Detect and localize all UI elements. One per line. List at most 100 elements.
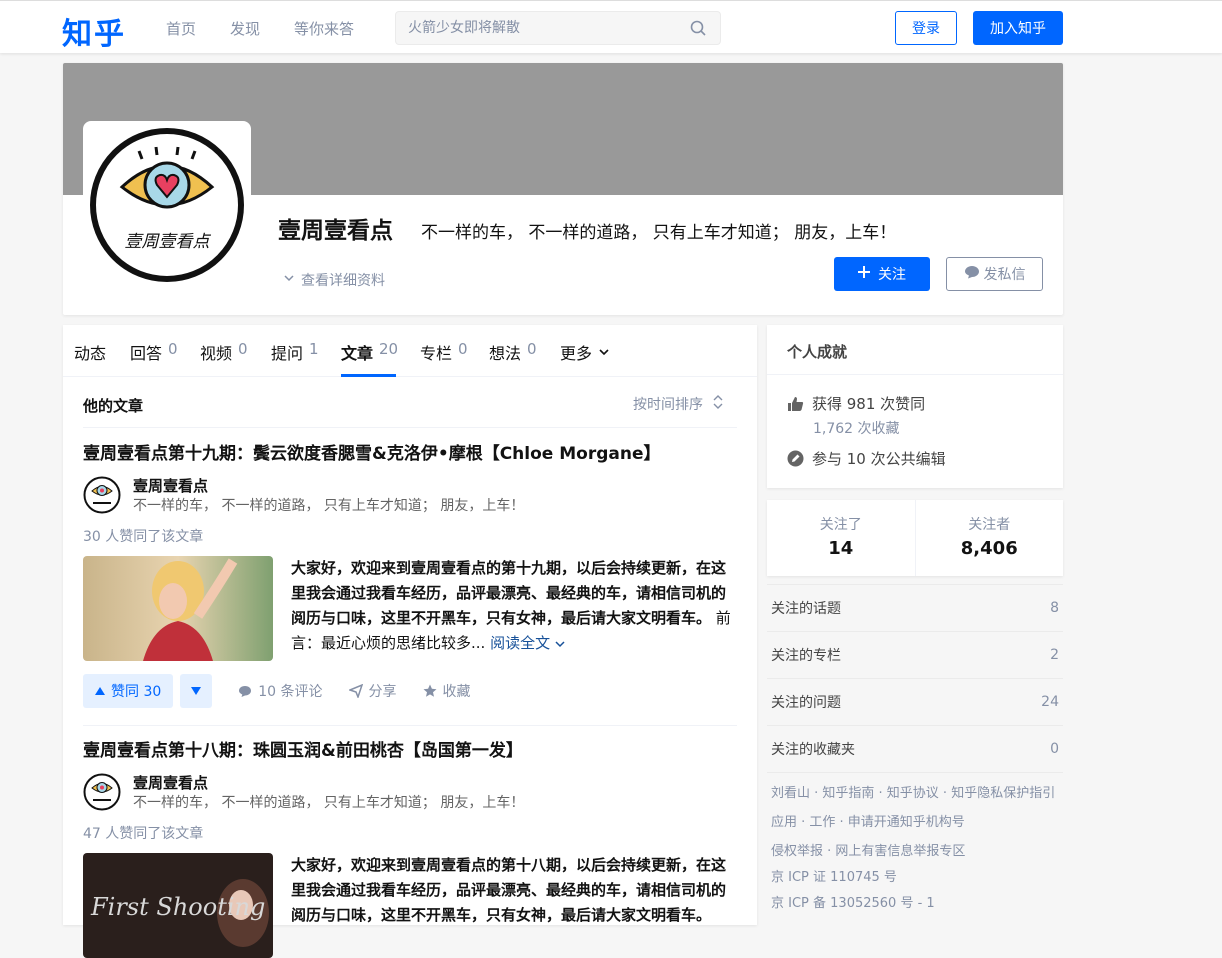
stat-columns[interactable]: 关注的专栏 2 — [767, 631, 1063, 678]
plus-icon — [858, 266, 870, 282]
followers-count[interactable]: 关注者 8,406 — [914, 500, 1064, 576]
tab-count: 0 — [238, 340, 248, 358]
footer-icp-2[interactable]: 京 ICP 备 13052560 号 - 1 — [771, 890, 1059, 918]
profile-tabs: 动态 回答 0 视频 0 提问 1 文章 20 专栏 0 想法 0 更多 — [63, 325, 757, 377]
author-name[interactable]: 壹周壹看点 — [133, 476, 524, 496]
tab-questions[interactable]: 提问 1 — [271, 340, 319, 364]
chat-bubble-icon — [964, 265, 980, 283]
nav-home[interactable]: 首页 — [166, 18, 196, 39]
share-icon — [348, 684, 363, 698]
article-excerpt: 大家好，欢迎来到壹周壹看点的第十八期，以后会持续更新，在这里我会通过我看车经历，… — [291, 853, 737, 958]
article-author: 壹周壹看点 不一样的车， 不一样的道路， 只有上车才知道； 朋友，上车！ — [83, 773, 524, 813]
avatar[interactable]: 壹周壹看点 — [83, 121, 251, 289]
following-count[interactable]: 关注了 14 — [767, 500, 915, 576]
tab-videos[interactable]: 视频 0 — [200, 340, 248, 364]
stat-questions[interactable]: 关注的问题 24 — [767, 678, 1063, 725]
stat-value: 2 — [1050, 647, 1059, 663]
article-body: 大家好，欢迎来到壹周壹看点的第十九期，以后会持续更新，在这里我会通过我看车经历，… — [83, 556, 737, 661]
view-details-link[interactable]: 查看详细资料 — [283, 270, 385, 290]
read-more-link[interactable]: 阅读全文 — [490, 634, 565, 652]
article-actions: 赞同 30 10 条评论 分享 收藏 — [83, 674, 471, 708]
achievements-card: 个人成就 获得 981 次赞同 1,762 次收藏 参与 10 次公共编辑 — [767, 325, 1063, 488]
profile-header: 壹周壹看点 壹周壹看点 不一样的车， 不一样的道路， 只有上车才知道； 朋友，上… — [63, 63, 1063, 315]
edit-icon — [787, 450, 804, 467]
comments-label: 10 条评论 — [258, 684, 323, 700]
search-icon[interactable] — [690, 20, 706, 40]
nav-waiting[interactable]: 等你来答 — [294, 18, 354, 39]
view-details-label: 查看详细资料 — [301, 273, 385, 289]
article-excerpt: 大家好，欢迎来到壹周壹看点的第十九期，以后会持续更新，在这里我会通过我看车经历，… — [291, 556, 737, 661]
stat-label: 关注的专栏 — [771, 648, 841, 664]
footer-icp-1[interactable]: 京 ICP 证 110745 号 — [771, 866, 1059, 890]
footer-links-3[interactable]: 侵权举报 · 网上有害信息举报专区 — [771, 837, 1059, 866]
stat-topics[interactable]: 关注的话题 8 — [767, 584, 1063, 631]
article-thumbnail[interactable] — [83, 556, 273, 661]
collections-text: 1,762 次收藏 — [813, 421, 900, 437]
login-button[interactable]: 登录 — [895, 11, 957, 45]
tab-label: 回答 — [130, 344, 163, 363]
edits-text: 参与 10 次公共编辑 — [812, 450, 946, 468]
comments-button[interactable]: 10 条评论 — [238, 681, 323, 701]
downvote-button[interactable] — [180, 674, 213, 708]
excerpt-bold: 大家好，欢迎来到壹周壹看点的第十九期，以后会持续更新，在这里我会通过我看车经历，… — [291, 559, 727, 627]
following-number: 14 — [828, 538, 854, 559]
profile-name: 壹周壹看点 — [278, 218, 393, 244]
author-name[interactable]: 壹周壹看点 — [133, 773, 524, 793]
stat-collections[interactable]: 关注的收藏夹 0 — [767, 725, 1063, 772]
tab-count: 0 — [458, 340, 468, 358]
follow-button[interactable]: 关注 — [834, 257, 930, 291]
nav-discover[interactable]: 发现 — [230, 18, 260, 39]
avatar-logo-icon: 壹周壹看点 — [90, 128, 244, 282]
stat-label: 关注的收藏夹 — [771, 742, 855, 758]
sidebar: 个人成就 获得 981 次赞同 1,762 次收藏 参与 10 次公共编辑 关注… — [767, 325, 1063, 920]
footer-links-1[interactable]: 刘看山 · 知乎指南 · 知乎协议 · 知乎隐私保护指引 — [771, 779, 1059, 808]
collect-button[interactable]: 收藏 — [423, 681, 471, 701]
main-content: 动态 回答 0 视频 0 提问 1 文章 20 专栏 0 想法 0 更多 他的文章 按时间排… — [63, 325, 757, 958]
stat-label: 关注的话题 — [771, 601, 841, 617]
follow-label: 关注 — [878, 267, 906, 283]
search-box — [395, 11, 721, 45]
article-body: First Shooting 大家好，欢迎来到壹周壹看点的第十八期，以后会持续更… — [83, 853, 737, 958]
tab-thoughts[interactable]: 想法 0 — [489, 340, 537, 364]
stat-label: 关注的问题 — [771, 695, 841, 711]
join-button[interactable]: 加入知乎 — [973, 11, 1063, 45]
message-label: 发私信 — [983, 267, 1026, 283]
follow-stats-card: 关注了 14 关注者 8,406 — [767, 500, 1063, 576]
tab-label: 提问 — [271, 344, 304, 363]
article-title[interactable]: 壹周壹看点第十九期：鬓云欲度香腮雪&克洛伊•摩根【Chloe Morgane】 — [83, 442, 737, 466]
likes-text: 获得 981 次赞同 — [812, 395, 926, 413]
tab-label: 专栏 — [420, 344, 453, 363]
avatar[interactable] — [83, 773, 121, 811]
profile-headline: 不一样的车， 不一样的道路， 只有上车才知道； 朋友，上车！ — [421, 223, 897, 243]
list-heading: 他的文章 — [83, 397, 144, 415]
share-button[interactable]: 分享 — [348, 681, 397, 701]
stat-value: 8 — [1050, 600, 1059, 616]
message-button[interactable]: 发私信 — [946, 257, 1043, 291]
edits-row: 参与 10 次公共编辑 — [767, 448, 1063, 469]
excerpt-bold: 大家好，欢迎来到壹周壹看点的第十八期，以后会持续更新，在这里我会通过我看车经历，… — [291, 856, 727, 924]
sort-toggle[interactable]: 按时间排序 — [633, 394, 723, 414]
upvote-button[interactable]: 赞同 30 — [83, 674, 174, 708]
footer-links-2[interactable]: 应用 · 工作 · 申请开通知乎机构号 — [771, 808, 1059, 837]
article-thumbnail[interactable]: First Shooting — [83, 853, 273, 958]
tab-articles[interactable]: 文章 20 — [341, 340, 398, 364]
following-label: 关注了 — [819, 517, 862, 533]
achievements-heading: 个人成就 — [767, 325, 1063, 375]
article-title[interactable]: 壹周壹看点第十八期：珠圆玉润&前田桃杏【岛国第一发】 — [83, 739, 737, 763]
tab-answers[interactable]: 回答 0 — [130, 340, 178, 364]
triangle-down-icon — [191, 687, 202, 695]
star-icon — [423, 684, 437, 697]
tab-more[interactable]: 更多 — [560, 340, 610, 364]
chevron-down-icon — [283, 272, 295, 288]
tab-columns[interactable]: 专栏 0 — [420, 340, 468, 364]
active-tab-indicator — [341, 374, 396, 377]
article-item: 壹周壹看点第十八期：珠圆玉润&前田桃杏【岛国第一发】 壹周壹看点 不一样的车， … — [83, 739, 737, 958]
avatar[interactable] — [83, 476, 121, 514]
top-bar: 知乎 首页 发现 等你来答 登录 加入知乎 — [0, 0, 1222, 53]
tab-label: 动态 — [74, 344, 107, 363]
stat-value: 0 — [1050, 741, 1059, 757]
tab-activity[interactable]: 动态 — [74, 340, 106, 364]
zhihu-logo[interactable]: 知乎 — [62, 9, 126, 53]
search-input[interactable] — [396, 12, 676, 44]
following-stats-list: 关注的话题 8 关注的专栏 2 关注的问题 24 关注的收藏夹 0 — [767, 584, 1063, 772]
